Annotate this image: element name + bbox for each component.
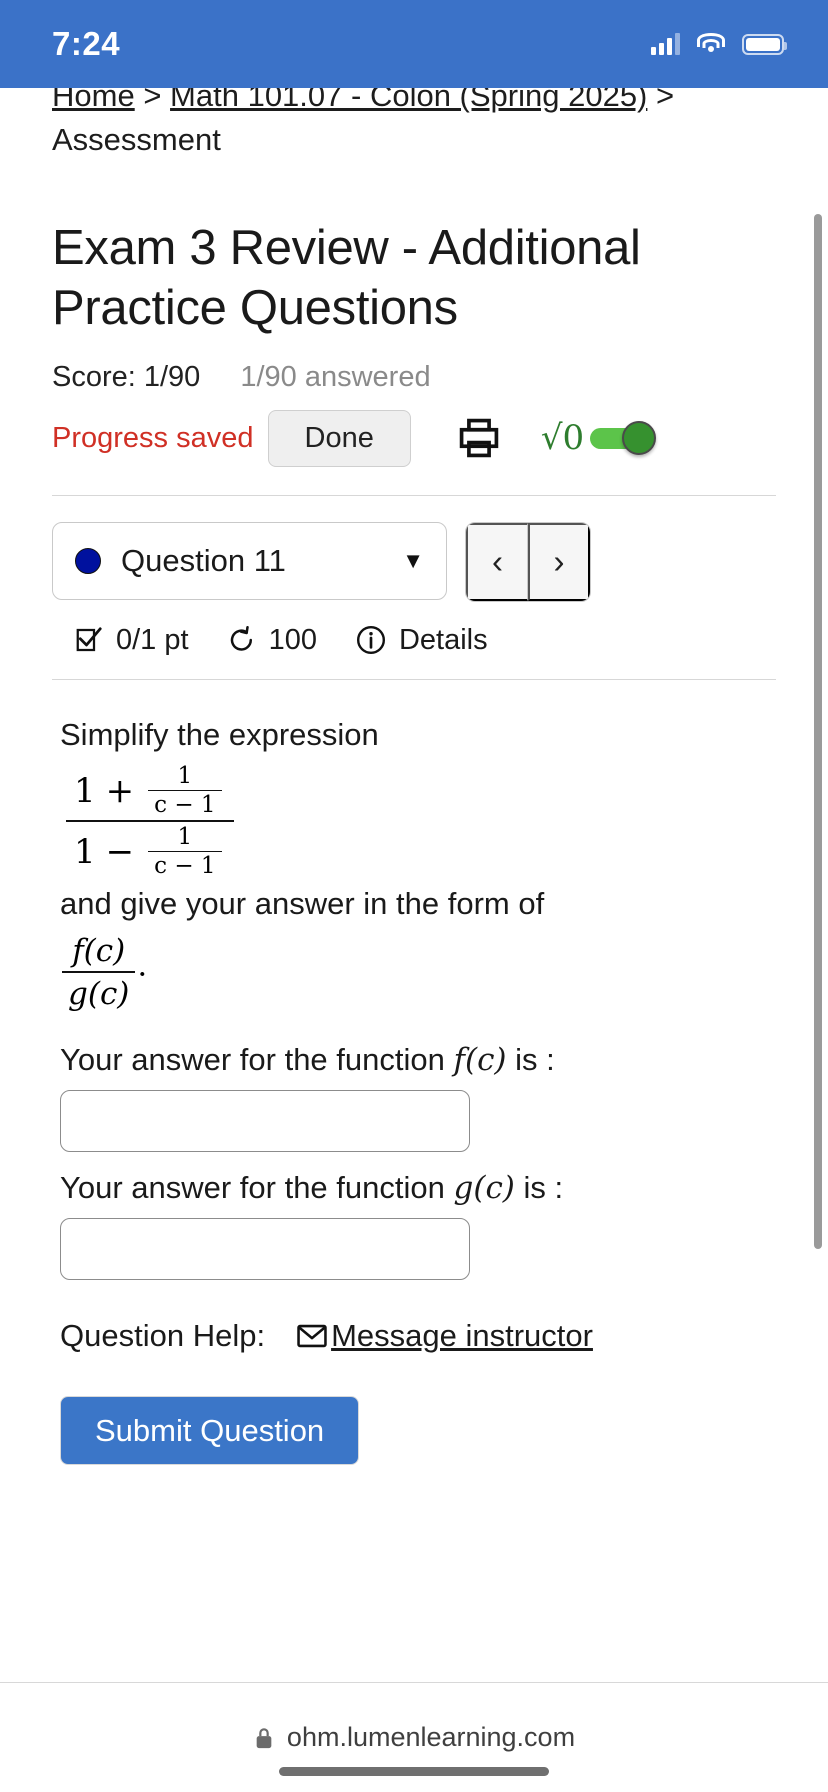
status-bar-clock: 7:24: [52, 25, 121, 62]
answer-f-input[interactable]: [60, 1090, 470, 1153]
score-row: Score: 1/90 1/90 answered: [52, 361, 776, 394]
page-content: Home > Math 101.07 - Colon (Spring 2025)…: [0, 78, 828, 1680]
answer-f-label: Your answer for the function f(c) is :: [60, 1042, 766, 1078]
page-scrollbar[interactable]: [814, 214, 822, 1249]
message-instructor-link[interactable]: Message instructor: [331, 1318, 593, 1354]
retry-arrow-icon: [230, 626, 252, 651]
previous-question-button[interactable]: ‹: [466, 522, 528, 601]
question-prompt-line-2: and give your answer in the form of: [60, 886, 545, 922]
cellular-signal-icon: [651, 33, 680, 55]
inner-num: 1: [148, 763, 222, 792]
page-title: Exam 3 Review - Additional Practice Ques…: [52, 221, 641, 336]
details-label[interactable]: Details: [399, 624, 488, 657]
square-root-icon: √0: [540, 418, 585, 459]
submit-question-button[interactable]: Submit Question: [60, 1396, 360, 1466]
inner-num: 1: [148, 824, 222, 853]
complex-fraction-expression: 1 + 1 c − 1 1 − 1 c − 1: [66, 761, 234, 881]
question-prompt-line-1: Simplify the expression: [60, 716, 379, 752]
question-select-dropdown[interactable]: Question 11 ▼: [52, 521, 447, 600]
form-fraction-row: f(c) g(c) .: [60, 931, 766, 1012]
points-label: 0/1 pt: [116, 623, 189, 656]
denominator-whole: 1: [74, 831, 96, 872]
chevron-down-icon: ▼: [402, 547, 424, 573]
numerator-operator: +: [105, 770, 135, 811]
answer-g-label: Your answer for the function g(c) is :: [60, 1170, 766, 1206]
score-label: Score: 1/90: [52, 360, 201, 393]
status-bar-icons: [651, 33, 787, 55]
answer-g-label-math: g(c): [453, 1170, 515, 1207]
answer-g-label-suffix: is :: [523, 1170, 564, 1206]
status-bar: 7:24: [0, 0, 828, 88]
answer-g-input[interactable]: [60, 1218, 470, 1281]
info-circle-icon[interactable]: [355, 624, 387, 656]
question-select-label: Question 11: [121, 542, 286, 578]
progress-row: Progress saved Done √0: [52, 409, 776, 467]
form-fraction-numerator: f(c): [62, 931, 136, 974]
inner-den: c − 1: [154, 853, 216, 880]
numerator-whole: 1: [74, 770, 96, 811]
toggle-knob: [622, 421, 657, 456]
done-button[interactable]: Done: [267, 409, 411, 467]
answer-f-label-math: f(c): [453, 1042, 507, 1079]
math-entry-toggle[interactable]: √0: [540, 418, 657, 459]
home-indicator[interactable]: [279, 1767, 549, 1776]
phone-screen: 7:24 Home > Math 101.07 - Colon (Spring …: [0, 0, 828, 1792]
answered-label: 1/90 answered: [240, 360, 431, 393]
progress-saved-status: Progress saved: [52, 421, 254, 454]
points-group: 0/1 pt: [74, 624, 189, 657]
denominator-inner-fraction: 1 c − 1: [148, 824, 222, 880]
numerator-inner-fraction: 1 c − 1: [148, 763, 222, 819]
envelope-icon[interactable]: [295, 1319, 329, 1353]
battery-icon: [742, 33, 787, 55]
url-row[interactable]: ohm.lumenlearning.com: [253, 1722, 575, 1753]
answer-f-label-suffix: is :: [515, 1042, 555, 1078]
details-group[interactable]: Details: [355, 624, 488, 657]
question-help-row: Question Help: Message instructor: [60, 1318, 766, 1354]
lock-icon: [256, 1727, 272, 1748]
breadcrumb-item-assessment: Assessment: [52, 122, 221, 158]
attempts-label: 100: [268, 623, 317, 656]
answer-f-label-prefix: Your answer for the function: [60, 1042, 445, 1078]
question-meta-row: 0/1 pt 100 Details: [52, 624, 776, 657]
expression-denominator: 1 − 1 c − 1: [66, 822, 234, 881]
form-fraction-period: .: [137, 947, 148, 984]
answer-g-label-prefix: Your answer for the function: [60, 1170, 445, 1206]
toggle-switch[interactable]: [590, 421, 657, 456]
form-fraction-denominator: g(c): [68, 976, 130, 1013]
wifi-icon: [696, 33, 726, 55]
browser-bottom-bar: ohm.lumenlearning.com: [0, 1682, 828, 1792]
question-help-label: Question Help:: [60, 1318, 266, 1354]
attempts-group: 100: [227, 624, 317, 657]
expression-numerator: 1 + 1 c − 1: [66, 761, 234, 823]
form-fraction: f(c) g(c): [62, 931, 136, 1013]
next-question-button[interactable]: ›: [528, 522, 590, 601]
divider: [52, 494, 776, 496]
question-pager: ‹ ›: [465, 521, 591, 602]
url-text[interactable]: ohm.lumenlearning.com: [287, 1722, 575, 1753]
question-status-dot-icon: [75, 547, 101, 574]
question-body: Simplify the expression 1 + 1 c − 1 1 − …: [52, 680, 776, 1466]
printer-icon[interactable]: [457, 416, 501, 460]
question-nav-row: Question 11 ▼ ‹ ›: [52, 521, 776, 602]
denominator-operator: −: [105, 831, 135, 872]
checkbox-check-icon: [76, 627, 102, 652]
inner-den: c − 1: [154, 792, 216, 819]
